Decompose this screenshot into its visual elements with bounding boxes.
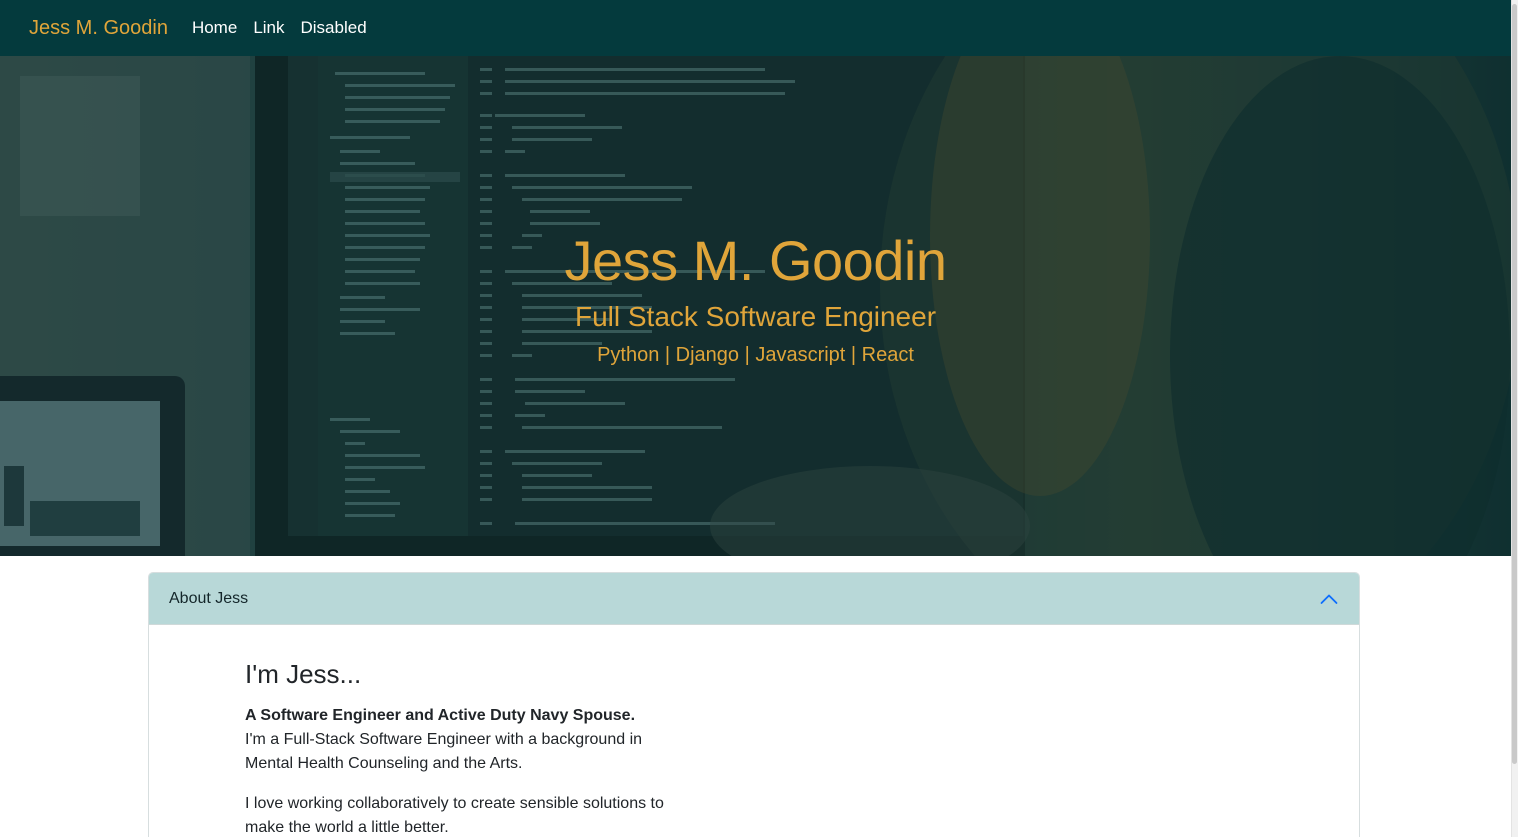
page-scrollbar[interactable] — [1511, 0, 1518, 837]
navbar-brand[interactable]: Jess M. Goodin — [29, 17, 168, 40]
hero-banner: Jess M. Goodin Full Stack Software Engin… — [0, 56, 1511, 556]
hero-skills: Python | Django | Javascript | React — [597, 344, 914, 366]
about-accordion-title: About Jess — [169, 589, 249, 607]
hero-text: Jess M. Goodin Full Stack Software Engin… — [0, 56, 1511, 556]
hero-subtitle: Full Stack Software Engineer — [574, 301, 937, 332]
about-lead: A Software Engineer and Active Duty Navy… — [245, 707, 636, 724]
about-heading: I'm Jess... — [245, 659, 362, 689]
about-paragraph-1: I'm a Full-Stack Software Engineer with … — [245, 731, 643, 772]
nav-link-link[interactable]: Link — [253, 18, 284, 38]
about-accordion: About Jess I'm Jess... A Software Engine… — [148, 572, 1360, 837]
nav-link-home[interactable]: Home — [192, 18, 237, 38]
chevron-up-icon[interactable] — [1319, 589, 1339, 609]
nav-link-disabled: Disabled — [300, 18, 367, 37]
about-accordion-header[interactable]: About Jess — [149, 573, 1359, 625]
page-scrollbar-thumb[interactable] — [1512, 4, 1517, 764]
page: Jess M. Goodin Home Link Disabled Jess M… — [0, 0, 1518, 837]
about-accordion-body: I'm Jess... A Software Engineer and Acti… — [149, 625, 709, 837]
about-paragraph-2: I love working collaboratively to create… — [245, 795, 664, 836]
navbar: Jess M. Goodin Home Link Disabled — [0, 0, 1511, 56]
hero-title: Jess M. Goodin — [564, 229, 947, 292]
